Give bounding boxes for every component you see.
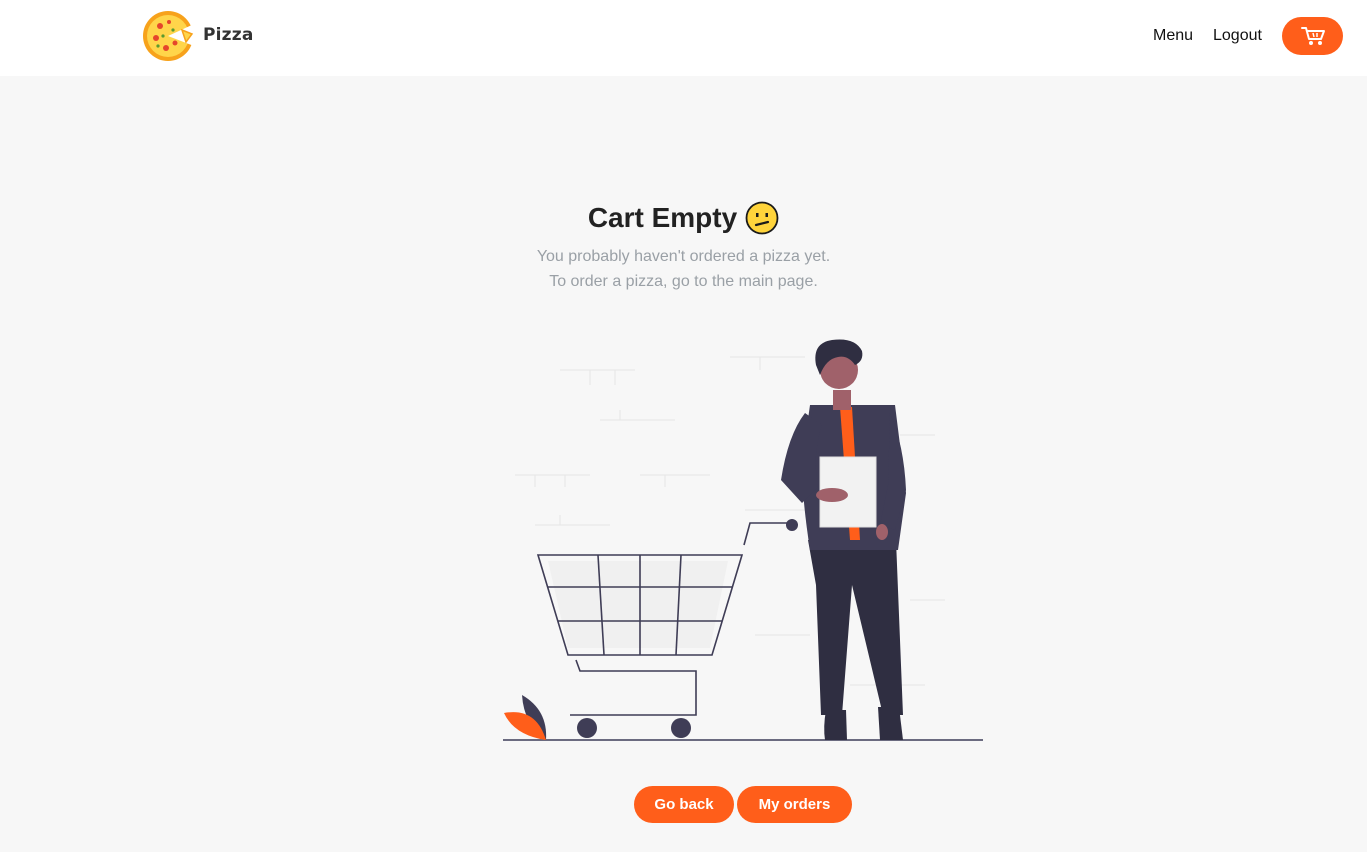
- pizza-logo-icon[interactable]: [142, 10, 194, 62]
- cart-button[interactable]: [1282, 17, 1343, 55]
- page-title: Cart Empty: [587, 202, 738, 233]
- cart-icon: [1300, 27, 1325, 45]
- brand-name[interactable]: Pizza: [203, 25, 254, 45]
- empty-cart-title-row: Cart Empty: [0, 200, 1367, 236]
- go-back-button[interactable]: Go back: [634, 786, 734, 823]
- confused-face-icon: [745, 201, 779, 235]
- nav-menu-link[interactable]: Menu: [1153, 27, 1193, 45]
- top-navbar: Pizza Menu Logout: [0, 0, 1367, 76]
- empty-cart-message-line2: To order a pizza, go to the main page.: [549, 273, 818, 290]
- empty-cart-message-line1: You probably haven't ordered a pizza yet…: [536, 248, 831, 265]
- nav-logout-link[interactable]: Logout: [1213, 27, 1262, 45]
- empty-cart-illustration: [503, 339, 983, 741]
- my-orders-button[interactable]: My orders: [737, 786, 852, 823]
